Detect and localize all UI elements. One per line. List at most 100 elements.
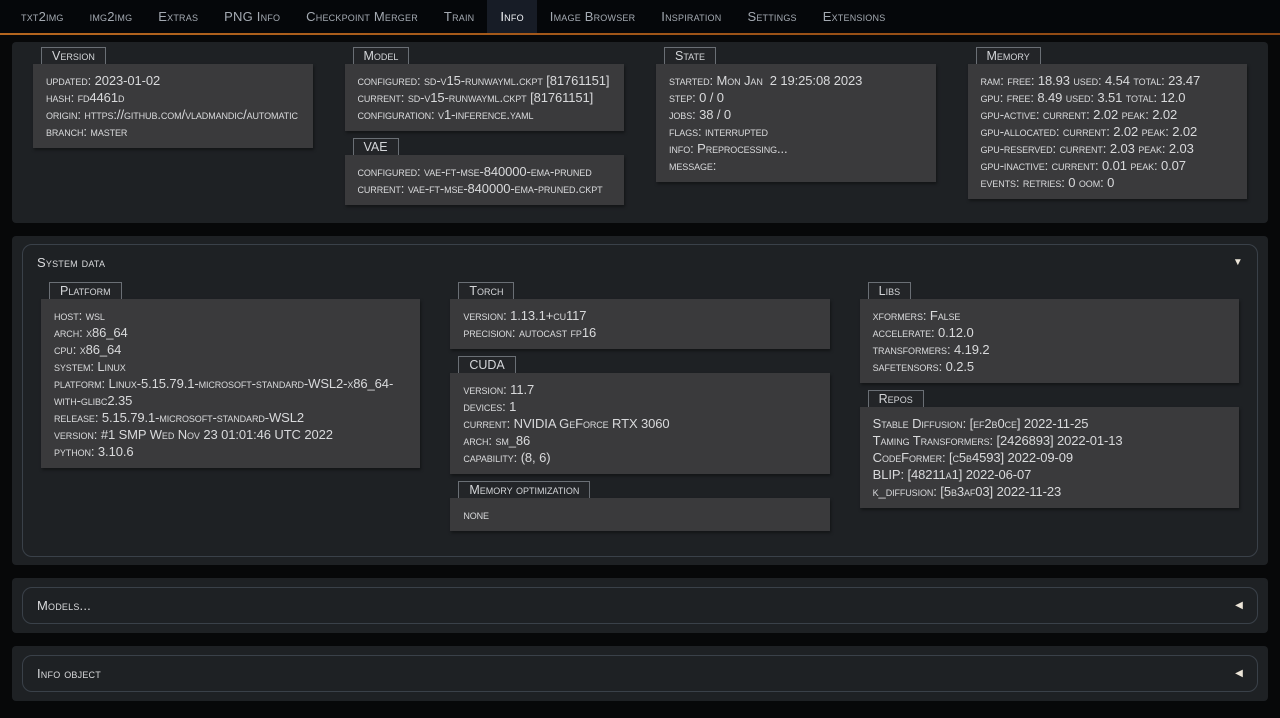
memory-gpu-active: gpu-active: current: 2.02 peak: 2.02 bbox=[981, 106, 1235, 123]
memory-gpu: gpu: free: 8.49 used: 3.51 total: 12.0 bbox=[981, 89, 1235, 106]
tab-bar: txt2img img2img Extras PNG Info Checkpoi… bbox=[0, 0, 1280, 33]
info-object-accordion-header[interactable]: Info object ◀ bbox=[23, 656, 1257, 691]
state-jobs: jobs: 38 / 0 bbox=[669, 106, 923, 123]
tab-checkpoint-merger[interactable]: Checkpoint Merger bbox=[293, 0, 431, 33]
cuda-devices: devices: 1 bbox=[463, 398, 816, 415]
platform-version: version: #1 SMP Wed Nov 23 01:01:46 UTC … bbox=[54, 426, 407, 443]
system-data-section: System data ▼ Platform host: wsl arch: x… bbox=[12, 236, 1268, 565]
system-data-header[interactable]: System data ▼ bbox=[23, 245, 1257, 280]
cuda-current: current: NVIDIA GeForce RTX 3060 bbox=[463, 415, 816, 432]
repos-blip: BLIP: [48211a1] 2022-06-07 bbox=[873, 466, 1226, 483]
platform-release: release: 5.15.79.1-microsoft-standard-WS… bbox=[54, 409, 407, 426]
libs-panel: Libs xformers: False accelerate: 0.12.0 … bbox=[860, 282, 1239, 383]
memory-ram: ram: free: 18.93 used: 4.54 total: 23.47 bbox=[981, 72, 1235, 89]
models-accordion-title: Models... bbox=[37, 598, 91, 613]
cuda-arch: arch: sm_86 bbox=[463, 432, 816, 449]
state-info: info: Preprocessing... bbox=[669, 140, 923, 157]
platform-panel-title: Platform bbox=[49, 282, 122, 299]
cuda-version: version: 11.7 bbox=[463, 381, 816, 398]
repos-codeformer: CodeFormer: [c5b4593] 2022-09-09 bbox=[873, 449, 1226, 466]
model-panel-title: Model bbox=[353, 47, 410, 64]
platform-platform: platform: Linux-5.15.79.1-microsoft-stan… bbox=[54, 375, 407, 409]
platform-panel: Platform host: wsl arch: x86_64 cpu: x86… bbox=[41, 282, 420, 468]
memory-gpu-allocated: gpu-allocated: current: 2.02 peak: 2.02 bbox=[981, 123, 1235, 140]
torch-column: Torch version: 1.13.1+cu117 precision: a… bbox=[450, 282, 829, 538]
platform-column: Platform host: wsl arch: x86_64 cpu: x86… bbox=[41, 282, 420, 475]
tab-png-info[interactable]: PNG Info bbox=[211, 0, 293, 33]
memory-panel: Memory ram: free: 18.93 used: 4.54 total… bbox=[968, 47, 1248, 199]
cuda-capability: capability: (8, 6) bbox=[463, 449, 816, 466]
tab-image-browser[interactable]: Image Browser bbox=[537, 0, 649, 33]
model-configured: configured: sd-v15-runwayml.ckpt [817611… bbox=[358, 72, 612, 89]
version-branch: branch: master bbox=[46, 123, 300, 140]
state-flags: flags: interrupted bbox=[669, 123, 923, 140]
cuda-panel: CUDA version: 11.7 devices: 1 current: N… bbox=[450, 356, 829, 474]
memory-events: events: retries: 0 oom: 0 bbox=[981, 174, 1235, 191]
torch-precision: precision: autocast fp16 bbox=[463, 324, 816, 341]
state-step: step: 0 / 0 bbox=[669, 89, 923, 106]
version-panel-title: Version bbox=[41, 47, 106, 64]
vae-current: current: vae-ft-mse-840000-ema-pruned.ck… bbox=[358, 180, 612, 197]
cuda-panel-title: CUDA bbox=[458, 356, 515, 373]
system-data-title: System data bbox=[37, 255, 105, 270]
collapse-open-icon: ▼ bbox=[1233, 258, 1243, 268]
libs-panel-title: Libs bbox=[868, 282, 911, 299]
tab-train[interactable]: Train bbox=[431, 0, 487, 33]
model-configuration: configuration: v1-inference.yaml bbox=[358, 106, 612, 123]
version-origin: origin: https://github.com/vladmandic/au… bbox=[46, 106, 300, 123]
version-panel: Version updated: 2023-01-02 hash: fd4461… bbox=[33, 47, 313, 148]
info-object-section: Info object ◀ bbox=[12, 646, 1268, 701]
memory-panel-title: Memory bbox=[976, 47, 1041, 64]
version-column: Version updated: 2023-01-02 hash: fd4461… bbox=[33, 47, 313, 155]
repos-panel: Repos Stable Diffusion: [ef2b0ce] 2022-1… bbox=[860, 390, 1239, 508]
tab-inspiration[interactable]: Inspiration bbox=[648, 0, 734, 33]
vae-panel: VAE configured: vae-ft-mse-840000-ema-pr… bbox=[345, 138, 625, 205]
models-accordion-header[interactable]: Models... ◀ bbox=[23, 588, 1257, 623]
state-started: started: Mon Jan 2 19:25:08 2023 bbox=[669, 72, 923, 89]
repos-taming-transformers: Taming Transformers: [2426893] 2022-01-1… bbox=[873, 432, 1226, 449]
platform-system: system: Linux bbox=[54, 358, 407, 375]
collapse-closed-icon: ◀ bbox=[1235, 669, 1243, 679]
state-message: message: bbox=[669, 157, 923, 174]
platform-host: host: wsl bbox=[54, 307, 407, 324]
repos-stable-diffusion: Stable Diffusion: [ef2b0ce] 2022-11-25 bbox=[873, 415, 1226, 432]
memory-gpu-reserved: gpu-reserved: current: 2.03 peak: 2.03 bbox=[981, 140, 1235, 157]
info-page: Version updated: 2023-01-02 hash: fd4461… bbox=[0, 35, 1280, 718]
tab-img2img[interactable]: img2img bbox=[77, 0, 146, 33]
state-panel-title: State bbox=[664, 47, 716, 64]
model-current: current: sd-v15-runwayml.ckpt [81761151] bbox=[358, 89, 612, 106]
collapse-closed-icon: ◀ bbox=[1235, 601, 1243, 611]
vae-configured: configured: vae-ft-mse-840000-ema-pruned bbox=[358, 163, 612, 180]
tab-extensions[interactable]: Extensions bbox=[810, 0, 899, 33]
info-object-accordion: Info object ◀ bbox=[22, 655, 1258, 692]
libs-safetensors: safetensors: 0.2.5 bbox=[873, 358, 1226, 375]
memory-optimization-value: none bbox=[463, 506, 816, 523]
version-hash: hash: fd4461d bbox=[46, 89, 300, 106]
memory-column: Memory ram: free: 18.93 used: 4.54 total… bbox=[968, 47, 1248, 206]
vae-panel-title: VAE bbox=[353, 138, 399, 155]
state-panel: State started: Mon Jan 2 19:25:08 2023 s… bbox=[656, 47, 936, 182]
repos-panel-title: Repos bbox=[868, 390, 924, 407]
tab-settings[interactable]: Settings bbox=[734, 0, 809, 33]
system-data-accordion: System data ▼ Platform host: wsl arch: x… bbox=[22, 244, 1258, 557]
libs-transformers: transformers: 4.19.2 bbox=[873, 341, 1226, 358]
platform-arch: arch: x86_64 bbox=[54, 324, 407, 341]
torch-panel: Torch version: 1.13.1+cu117 precision: a… bbox=[450, 282, 829, 349]
memory-optimization-panel: Memory optimization none bbox=[450, 481, 829, 531]
torch-panel-title: Torch bbox=[458, 282, 514, 299]
model-panel: Model configured: sd-v15-runwayml.ckpt [… bbox=[345, 47, 625, 131]
memory-optimization-panel-title: Memory optimization bbox=[458, 481, 590, 498]
tab-info[interactable]: Info bbox=[487, 0, 536, 33]
state-column: State started: Mon Jan 2 19:25:08 2023 s… bbox=[656, 47, 936, 189]
status-section: Version updated: 2023-01-02 hash: fd4461… bbox=[12, 42, 1268, 223]
version-updated: updated: 2023-01-02 bbox=[46, 72, 300, 89]
platform-python: python: 3.10.6 bbox=[54, 443, 407, 460]
models-accordion: Models... ◀ bbox=[22, 587, 1258, 624]
libs-xformers: xformers: False bbox=[873, 307, 1226, 324]
platform-cpu: cpu: x86_64 bbox=[54, 341, 407, 358]
libs-column: Libs xformers: False accelerate: 0.12.0 … bbox=[860, 282, 1239, 515]
tab-txt2img[interactable]: txt2img bbox=[8, 0, 77, 33]
libs-accelerate: accelerate: 0.12.0 bbox=[873, 324, 1226, 341]
model-column: Model configured: sd-v15-runwayml.ckpt [… bbox=[345, 47, 625, 212]
tab-extras[interactable]: Extras bbox=[145, 0, 211, 33]
